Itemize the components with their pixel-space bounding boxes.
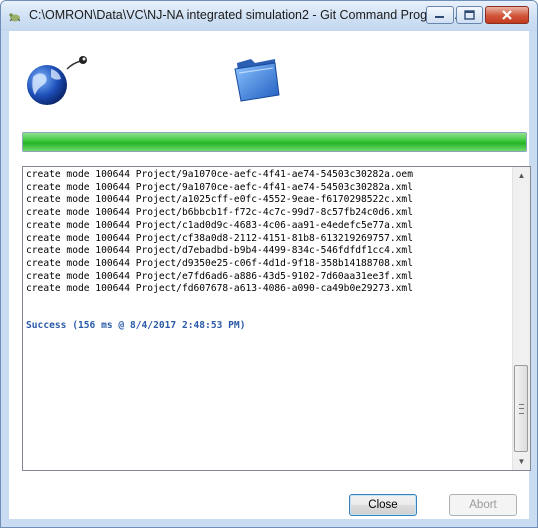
log-line: create mode 100644 Project/b6bbcb1f-f72c… [26,207,413,219]
abort-button[interactable]: Abort [449,494,517,516]
log-line: create mode 100644 Project/9a1070ce-aefc… [26,181,413,193]
log-line: create mode 100644 Project/d9350e25-c06f… [26,257,413,269]
grip-icon [519,404,524,414]
tortoise-git-icon [8,10,22,22]
window-title: C:\OMRON\Data\VC\NJ-NA integrated simula… [29,8,465,22]
log-line: create mode 100644 Project/a1025cff-e0fc… [26,194,413,206]
log-line: create mode 100644 Project/9a1070ce-aefc… [26,169,413,180]
title-bar[interactable]: C:\OMRON\Data\VC\NJ-NA integrated simula… [1,1,537,31]
scroll-thumb[interactable] [514,365,528,452]
log-line: create mode 100644 Project/cf38a0d8-2112… [26,232,413,244]
log-line: create mode 100644 Project/d7ebadbd-b9b4… [26,245,413,257]
log-line: create mode 100644 Project/e7fd6ad6-a886… [26,270,413,282]
vertical-scrollbar[interactable]: ▲ ▼ [512,167,530,470]
globe-icon [23,51,95,113]
folder-icon [231,53,283,103]
progress-bar [22,132,527,152]
scroll-down-icon[interactable]: ▼ [513,453,530,470]
maximize-button[interactable] [456,6,483,24]
log-output[interactable]: create mode 100644 Project/9a1070ce-aefc… [22,166,531,471]
close-window-button[interactable] [485,6,529,24]
log-lines: create mode 100644 Project/9a1070ce-aefc… [26,169,413,296]
log-line: create mode 100644 Project/fd607678-a613… [26,283,413,295]
close-button[interactable]: Close [349,494,417,516]
success-message: Success (156 ms @ 8/4/2017 2:48:53 PM) [26,320,246,331]
git-progress-window: C:\OMRON\Data\VC\NJ-NA integrated simula… [0,0,538,528]
progress-fill [23,133,526,151]
dialog-client: create mode 100644 Project/9a1070ce-aefc… [9,31,531,519]
scroll-up-icon[interactable]: ▲ [513,167,530,184]
minimize-button[interactable] [426,6,454,24]
log-line: create mode 100644 Project/c1ad0d9c-4683… [26,219,413,231]
